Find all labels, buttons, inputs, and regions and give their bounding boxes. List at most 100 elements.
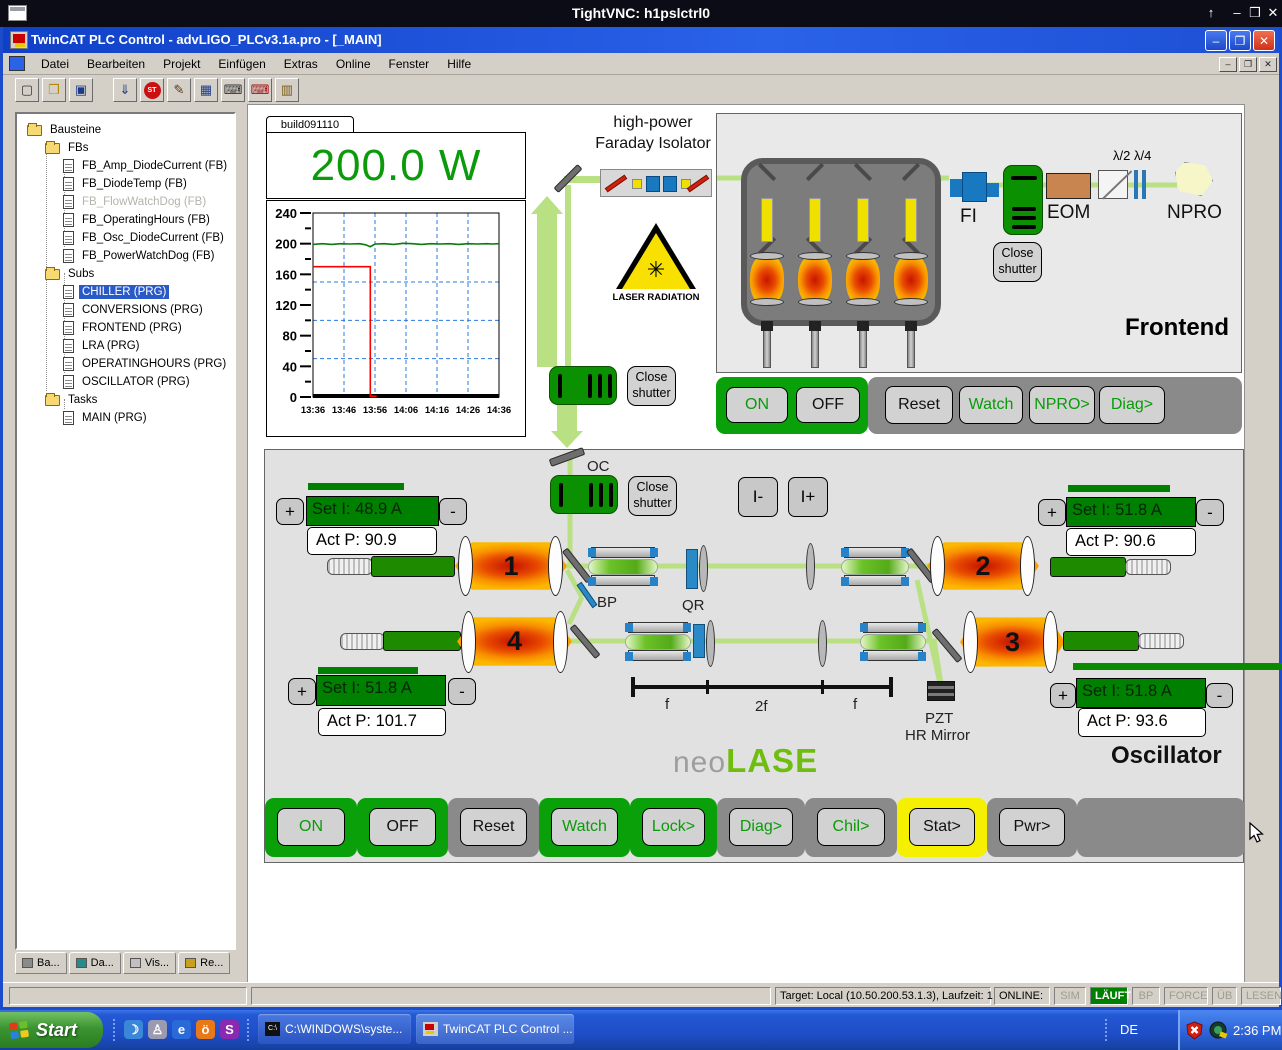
head4-current-minus-button[interactable]: -: [448, 678, 476, 705]
device-remove-icon[interactable]: ⌨: [248, 78, 272, 102]
frontend-diag-button[interactable]: Diag>: [1099, 386, 1165, 424]
oscillator-off-button[interactable]: OFF: [369, 808, 436, 846]
window-title-bar[interactable]: TwinCAT PLC Control - advLIGO_PLCv3.1a.p…: [3, 27, 1279, 53]
sys-icon[interactable]: S: [220, 1020, 239, 1039]
current-decrease-all-button[interactable]: I-: [738, 477, 778, 517]
frontend-rod-icon: [905, 198, 917, 242]
tree-item-fb-diodetemp-fb[interactable]: FB_DiodeTemp (FB): [63, 175, 190, 193]
mdi-document-icon[interactable]: [9, 56, 25, 71]
clock[interactable]: 2:36 PM: [1233, 1023, 1281, 1038]
menu-hilfe[interactable]: Hilfe: [439, 54, 479, 74]
head4-current-plus-button[interactable]: +: [288, 678, 316, 705]
taskbar-item-cmd[interactable]: C:\ C:\WINDOWS\syste...: [258, 1014, 411, 1044]
pump-rod: [1050, 557, 1126, 577]
mdi-close-button[interactable]: ✕: [1259, 57, 1277, 72]
close-shutter-button[interactable]: Close shutter: [628, 476, 677, 516]
mdi-minimize-button[interactable]: –: [1219, 57, 1237, 72]
tree-item-lra-prg[interactable]: LRA (PRG): [63, 337, 143, 355]
oscillator-watch-button[interactable]: Watch: [551, 808, 618, 846]
stop-icon[interactable]: ST: [140, 78, 164, 102]
frontend-off-button[interactable]: OFF: [796, 387, 860, 423]
doc-icon: [63, 195, 74, 209]
head2-current-minus-button[interactable]: -: [1196, 499, 1224, 526]
tree-item-oscillator-prg[interactable]: OSCILLATOR (PRG): [63, 373, 193, 391]
mdi-restore-button[interactable]: ❐: [1239, 57, 1257, 72]
oscillator-reset-button[interactable]: Reset: [460, 808, 527, 846]
oscillator-diag-button[interactable]: Diag>: [729, 808, 793, 846]
close-shutter-button[interactable]: Close shutter: [627, 366, 676, 406]
menu-fenster[interactable]: Fenster: [381, 54, 438, 74]
firefox-icon[interactable]: ö: [196, 1020, 215, 1039]
head3-current-plus-button[interactable]: +: [1050, 683, 1076, 708]
tree-item-frontend-prg[interactable]: FRONTEND (PRG): [63, 319, 185, 337]
oscillator-pwr-button[interactable]: Pwr>: [999, 808, 1065, 846]
isolator-rotator-icon: [663, 176, 677, 192]
tree-item-bausteine[interactable]: Bausteine: [27, 121, 104, 139]
oscillator-lock-button[interactable]: Lock>: [642, 808, 705, 846]
doc-icon: [63, 249, 74, 263]
current-increase-all-button[interactable]: I+: [788, 477, 828, 517]
tab-ressourcen[interactable]: Re...: [178, 952, 230, 974]
tree-item-tasks[interactable]: Tasks: [45, 391, 100, 409]
ie-icon[interactable]: e: [172, 1020, 191, 1039]
save-icon[interactable]: ▣: [69, 78, 93, 102]
new-file-icon[interactable]: ▢: [15, 78, 39, 102]
frontend-npro-button[interactable]: NPRO>: [1029, 386, 1095, 424]
menu-projekt[interactable]: Projekt: [155, 54, 208, 74]
vnc-close-icon[interactable]: ✕: [1262, 4, 1282, 22]
taskbar-item-twincat[interactable]: TwinCAT PLC Control ...: [416, 1014, 574, 1044]
tree-item-subs[interactable]: Subs: [45, 265, 97, 283]
library-icon[interactable]: ▥: [275, 78, 299, 102]
tree-item-main-prg[interactable]: MAIN (PRG): [63, 409, 150, 427]
frontend-on-button[interactable]: ON: [726, 387, 788, 423]
tab-datentypen[interactable]: Da...: [69, 952, 121, 974]
menu-online[interactable]: Online: [328, 54, 379, 74]
tree-item-fb-operatinghours-fb[interactable]: FB_OperatingHours (FB): [63, 211, 213, 229]
window-close-button[interactable]: ✕: [1253, 30, 1275, 51]
menu-datei[interactable]: Datei: [33, 54, 77, 74]
head3-current-minus-button[interactable]: -: [1206, 683, 1233, 708]
window-restore-button[interactable]: ❐: [1229, 30, 1251, 51]
project-tree[interactable]: BausteineFBsFB_Amp_DiodeCurrent (FB)FB_D…: [15, 112, 236, 950]
twincat-tray-icon[interactable]: [1208, 1020, 1228, 1040]
oscillator-on-button[interactable]: ON: [277, 808, 345, 846]
head1-current-minus-button[interactable]: -: [439, 498, 467, 525]
menu-einfügen[interactable]: Einfügen: [210, 54, 273, 74]
tree-item-label: LRA (PRG): [79, 339, 143, 353]
device-icon[interactable]: ⌨: [221, 78, 245, 102]
window-minimize-button[interactable]: –: [1205, 30, 1227, 51]
head2-current-plus-button[interactable]: +: [1038, 499, 1066, 526]
login-icon[interactable]: ⇓: [113, 78, 137, 102]
add-object-icon[interactable]: ▦: [194, 78, 218, 102]
tree-item-fb-flowwatchdog-fb[interactable]: FB_FlowWatchDog (FB): [63, 193, 209, 211]
tree-item-chiller-prg[interactable]: CHILLER (PRG): [63, 283, 169, 301]
tab-bausteine[interactable]: Ba...: [15, 952, 67, 974]
qr-label: QR: [682, 597, 705, 614]
frontend-watch-button[interactable]: Watch: [959, 386, 1023, 424]
tree-item-fbs[interactable]: FBs: [45, 139, 91, 157]
vnc-fullscreen-icon[interactable]: ↑: [1200, 4, 1222, 22]
security-shield-icon[interactable]: [1186, 1021, 1203, 1040]
language-indicator[interactable]: DE: [1114, 1018, 1144, 1041]
start-button[interactable]: Start: [0, 1012, 103, 1048]
tree-item-fb-osc-diodecurrent-fb[interactable]: FB_Osc_DiodeCurrent (FB): [63, 229, 227, 247]
head4-set-current: Set I: 51.8 A: [316, 675, 446, 706]
oscillator-stat-button[interactable]: Stat>: [909, 808, 975, 846]
doc-icon: [63, 357, 74, 371]
open-file-icon[interactable]: ❒: [42, 78, 66, 102]
agent-icon[interactable]: ♙: [148, 1020, 167, 1039]
tree-item-fb-amp-diodecurrent-fb[interactable]: FB_Amp_DiodeCurrent (FB): [63, 157, 230, 175]
frontend-reset-button[interactable]: Reset: [885, 386, 953, 424]
tree-item-conversions-prg[interactable]: CONVERSIONS (PRG): [63, 301, 206, 319]
status-flag-force: FORCE: [1164, 987, 1208, 1005]
msn-icon[interactable]: ☽: [124, 1020, 143, 1039]
tab-visualisierungen[interactable]: Vis...: [123, 952, 176, 974]
menu-extras[interactable]: Extras: [276, 54, 326, 74]
tree-item-fb-powerwatchdog-fb[interactable]: FB_PowerWatchDog (FB): [63, 247, 218, 265]
oscillator-chil-button[interactable]: Chil>: [817, 808, 885, 846]
tree-item-operatinghours-prg[interactable]: OPERATINGHOURS (PRG): [63, 355, 229, 373]
menu-bearbeiten[interactable]: Bearbeiten: [79, 54, 153, 74]
close-shutter-button[interactable]: Close shutter: [993, 242, 1042, 282]
head1-current-plus-button[interactable]: +: [276, 498, 304, 525]
edit-watch-icon[interactable]: ✎: [167, 78, 191, 102]
